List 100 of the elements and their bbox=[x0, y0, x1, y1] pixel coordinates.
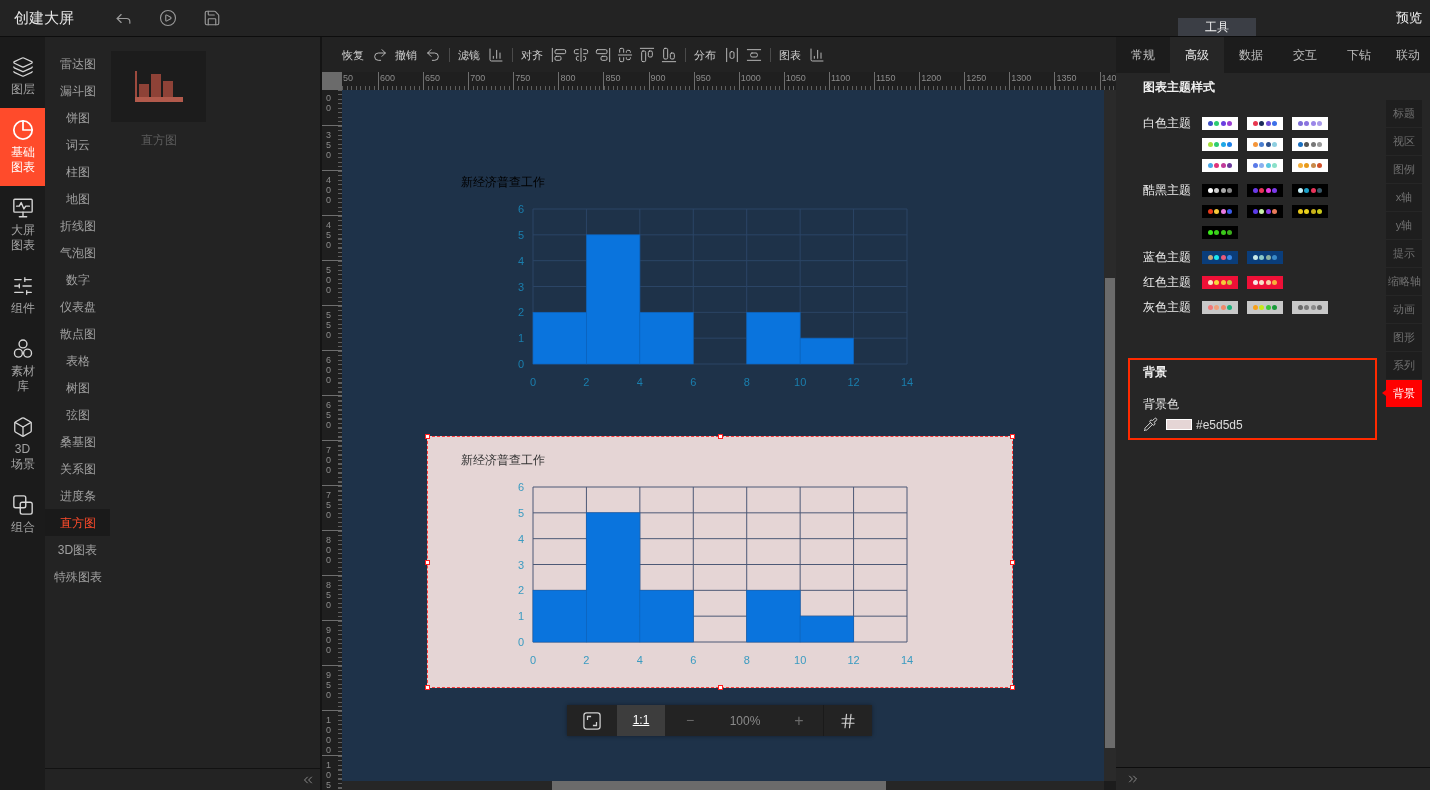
panel-tab[interactable]: 工具 bbox=[1178, 18, 1256, 36]
section-nav-item[interactable]: 提示 bbox=[1386, 240, 1422, 267]
chart-type-item[interactable]: 漏斗图 bbox=[45, 77, 110, 104]
theme-swatch[interactable] bbox=[1292, 184, 1328, 197]
color-swatch-icon[interactable] bbox=[1166, 419, 1192, 430]
theme-swatch[interactable] bbox=[1247, 301, 1283, 314]
theme-swatch[interactable] bbox=[1202, 184, 1238, 197]
section-nav-item[interactable]: 视区 bbox=[1386, 128, 1422, 155]
chart-type-item[interactable]: 词云 bbox=[45, 131, 110, 158]
theme-swatch[interactable] bbox=[1202, 301, 1238, 314]
theme-swatch[interactable] bbox=[1202, 251, 1238, 264]
property-tab[interactable]: 高级 bbox=[1170, 37, 1224, 73]
theme-swatch[interactable] bbox=[1247, 251, 1283, 264]
chart-type-item[interactable]: 折线图 bbox=[45, 212, 110, 239]
chart-type-item[interactable]: 数字 bbox=[45, 266, 110, 293]
theme-swatch[interactable] bbox=[1247, 159, 1283, 172]
resize-handle[interactable] bbox=[718, 685, 723, 690]
align-middle-icon[interactable] bbox=[617, 46, 633, 63]
scrollbar-thumb[interactable] bbox=[1105, 278, 1115, 748]
theme-swatch[interactable] bbox=[1202, 276, 1238, 289]
fit-screen-icon[interactable] bbox=[583, 711, 601, 730]
chart-type-item[interactable]: 气泡图 bbox=[45, 239, 110, 266]
theme-swatch[interactable] bbox=[1292, 117, 1328, 130]
property-tab[interactable]: 交互 bbox=[1278, 37, 1332, 73]
property-tab[interactable]: 常规 bbox=[1116, 37, 1170, 73]
theme-swatch[interactable] bbox=[1202, 138, 1238, 151]
theme-swatch[interactable] bbox=[1292, 301, 1328, 314]
resize-handle[interactable] bbox=[718, 434, 723, 439]
section-nav-item[interactable]: x轴 bbox=[1386, 184, 1422, 211]
chart-type-item[interactable]: 饼图 bbox=[45, 104, 110, 131]
double-chevron-right-icon[interactable] bbox=[1126, 772, 1140, 786]
chart-type-item[interactable]: 雷达图 bbox=[45, 50, 110, 77]
chart-widget[interactable]: 新经济普查工作 0 1 2 3 4 5 6 0 2 4 6 8 10 12 14 bbox=[427, 436, 1013, 688]
chart-type-item[interactable]: 特殊图表 bbox=[45, 563, 110, 590]
redo-icon[interactable] bbox=[372, 46, 388, 63]
theme-swatch[interactable] bbox=[1247, 205, 1283, 218]
chart-type-item[interactable]: 直方图 bbox=[45, 509, 110, 536]
save-icon[interactable] bbox=[203, 9, 221, 27]
property-tab[interactable]: 联动 bbox=[1386, 37, 1430, 73]
theme-swatch[interactable] bbox=[1202, 117, 1238, 130]
resize-handle[interactable] bbox=[1010, 685, 1015, 690]
chart-type-item[interactable]: 树图 bbox=[45, 374, 110, 401]
eyedropper-icon[interactable] bbox=[1143, 417, 1158, 432]
theme-swatch[interactable] bbox=[1202, 226, 1238, 239]
section-nav-item[interactable]: 图形 bbox=[1386, 324, 1422, 351]
chart-type-item[interactable]: 3D图表 bbox=[45, 536, 110, 563]
align-right-icon[interactable] bbox=[595, 46, 611, 63]
resize-handle[interactable] bbox=[425, 685, 430, 690]
resize-handle[interactable] bbox=[425, 434, 430, 439]
section-nav-item[interactable]: 动画 bbox=[1386, 296, 1422, 323]
chart-type-item[interactable]: 桑基图 bbox=[45, 428, 110, 455]
property-tab[interactable]: 数据 bbox=[1224, 37, 1278, 73]
undo-icon[interactable] bbox=[425, 46, 441, 63]
section-nav-item[interactable]: 图例 bbox=[1386, 156, 1422, 183]
preview-button[interactable]: 预览 bbox=[1396, 10, 1422, 26]
align-center-icon[interactable] bbox=[573, 46, 589, 63]
chart-type-item[interactable]: 弦图 bbox=[45, 401, 110, 428]
section-nav-item[interactable]: 标题 bbox=[1386, 100, 1422, 127]
theme-swatch[interactable] bbox=[1202, 159, 1238, 172]
nav-rail-item[interactable]: 素材库 bbox=[0, 327, 45, 405]
chart-type-item[interactable]: 柱图 bbox=[45, 158, 110, 185]
chart-thumbnail[interactable] bbox=[111, 51, 206, 122]
chart-type-item[interactable]: 表格 bbox=[45, 347, 110, 374]
resize-handle[interactable] bbox=[425, 560, 430, 565]
property-tab[interactable]: 下钻 bbox=[1332, 37, 1386, 73]
align-top-icon[interactable] bbox=[639, 46, 655, 63]
theme-swatch[interactable] bbox=[1292, 205, 1328, 218]
play-icon[interactable] bbox=[159, 9, 177, 27]
nav-rail-item[interactable]: 大屏图表 bbox=[0, 186, 45, 264]
distribute-vertical-icon[interactable] bbox=[746, 46, 762, 63]
section-nav-item[interactable]: 系列 bbox=[1386, 352, 1422, 379]
align-left-icon[interactable] bbox=[551, 46, 567, 63]
theme-swatch[interactable] bbox=[1292, 138, 1328, 151]
theme-swatch[interactable] bbox=[1292, 159, 1328, 172]
section-nav-item[interactable]: 缩略轴 bbox=[1386, 268, 1422, 295]
theme-swatch[interactable] bbox=[1247, 138, 1283, 151]
nav-rail-item[interactable]: 基础图表 bbox=[0, 108, 45, 186]
section-nav-item[interactable]: y轴 bbox=[1386, 212, 1422, 239]
chart-type-item[interactable]: 仪表盘 bbox=[45, 293, 110, 320]
chart-type-item[interactable]: 散点图 bbox=[45, 320, 110, 347]
resize-handle[interactable] bbox=[1010, 434, 1015, 439]
theme-swatch[interactable] bbox=[1247, 184, 1283, 197]
nav-rail-item[interactable]: 组合 bbox=[0, 483, 45, 546]
chart-type-item[interactable]: 进度条 bbox=[45, 482, 110, 509]
scrollbar-thumb[interactable] bbox=[552, 781, 886, 790]
theme-swatch[interactable] bbox=[1202, 205, 1238, 218]
grid-icon[interactable] bbox=[839, 711, 857, 730]
chart-type-item[interactable]: 地图 bbox=[45, 185, 110, 212]
bar-chart-icon[interactable] bbox=[809, 46, 825, 63]
actual-size-button[interactable]: 1:1 bbox=[617, 705, 665, 736]
theme-swatch[interactable] bbox=[1247, 117, 1283, 130]
nav-rail-item[interactable]: 组件 bbox=[0, 264, 45, 327]
bar-chart-icon[interactable] bbox=[488, 46, 504, 63]
resize-handle[interactable] bbox=[1010, 560, 1015, 565]
nav-rail-item[interactable]: 图层 bbox=[0, 45, 45, 108]
theme-swatch[interactable] bbox=[1247, 276, 1283, 289]
distribute-horizontal-icon[interactable] bbox=[724, 46, 740, 63]
align-bottom-icon[interactable] bbox=[661, 46, 677, 63]
nav-rail-item[interactable]: 3D场景 bbox=[0, 405, 45, 483]
chart-type-item[interactable]: 关系图 bbox=[45, 455, 110, 482]
